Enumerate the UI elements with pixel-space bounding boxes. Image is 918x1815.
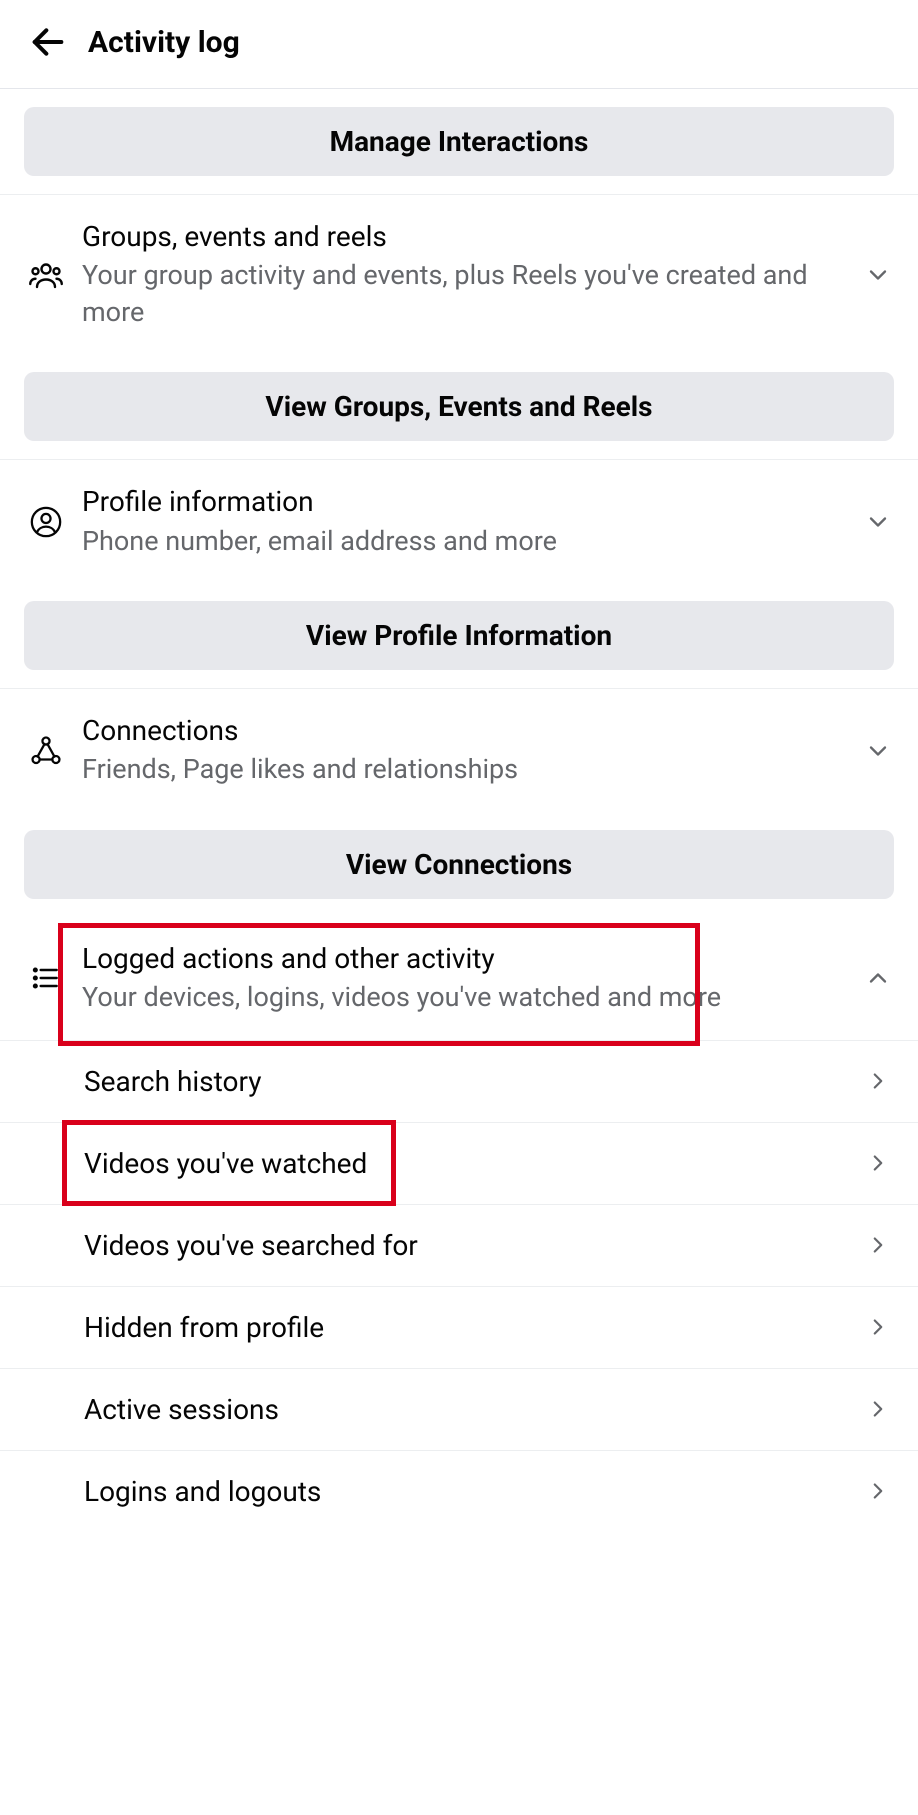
network-icon <box>24 734 68 768</box>
profile-icon <box>24 505 68 539</box>
subitem-hidden-from-profile[interactable]: Hidden from profile <box>0 1286 918 1368</box>
section-subtitle: Your devices, logins, videos you've watc… <box>82 979 862 1015</box>
arrow-left-icon <box>28 22 68 62</box>
chevron-right-icon <box>862 1314 894 1340</box>
section-subtitle: Phone number, email address and more <box>82 523 862 559</box>
section-logged-actions[interactable]: Logged actions and other activity Your d… <box>0 917 918 1040</box>
chevron-up-icon <box>862 964 894 992</box>
section-text: Groups, events and reels Your group acti… <box>82 219 862 330</box>
section-subtitle: Friends, Page likes and relationships <box>82 751 862 787</box>
subitem-label: Videos you've watched <box>84 1147 862 1180</box>
view-profile-information-button[interactable]: View Profile Information <box>24 601 894 670</box>
view-groups-events-reels-button[interactable]: View Groups, Events and Reels <box>24 372 894 441</box>
header: Activity log <box>0 0 918 89</box>
subitem-videos-searched[interactable]: Videos you've searched for <box>0 1204 918 1286</box>
section-text: Profile information Phone number, email … <box>82 484 862 559</box>
subitem-logins-logouts[interactable]: Logins and logouts <box>0 1450 918 1532</box>
chevron-down-icon <box>862 737 894 765</box>
subitem-label: Search history <box>84 1065 862 1098</box>
section-connections[interactable]: Connections Friends, Page likes and rela… <box>0 688 918 812</box>
chevron-right-icon <box>862 1232 894 1258</box>
list-icon <box>24 962 68 994</box>
people-icon <box>24 257 68 293</box>
section-text: Connections Friends, Page likes and rela… <box>82 713 862 788</box>
chevron-right-icon <box>862 1396 894 1422</box>
chevron-down-icon <box>862 508 894 536</box>
chevron-right-icon <box>862 1478 894 1504</box>
section-title: Connections <box>82 713 862 749</box>
subitem-active-sessions[interactable]: Active sessions <box>0 1368 918 1450</box>
section-title: Groups, events and reels <box>82 219 862 255</box>
section-subtitle: Your group activity and events, plus Ree… <box>82 257 862 330</box>
section-text: Logged actions and other activity Your d… <box>82 941 862 1016</box>
subitem-label: Hidden from profile <box>84 1311 862 1344</box>
section-groups-events-reels[interactable]: Groups, events and reels Your group acti… <box>0 194 918 354</box>
chevron-right-icon <box>862 1068 894 1094</box>
back-button[interactable] <box>24 18 72 66</box>
chevron-right-icon <box>862 1150 894 1176</box>
page-title: Activity log <box>88 25 240 60</box>
section-profile-information[interactable]: Profile information Phone number, email … <box>0 459 918 583</box>
subitem-label: Logins and logouts <box>84 1475 862 1508</box>
content: Manage Interactions Groups, events and r… <box>0 107 918 1532</box>
subitem-label: Active sessions <box>84 1393 862 1426</box>
section-title: Profile information <box>82 484 862 520</box>
view-connections-button[interactable]: View Connections <box>24 830 894 899</box>
chevron-down-icon <box>862 261 894 289</box>
manage-interactions-button[interactable]: Manage Interactions <box>24 107 894 176</box>
subitem-label: Videos you've searched for <box>84 1229 862 1262</box>
subitem-search-history[interactable]: Search history <box>0 1040 918 1122</box>
subitem-videos-watched[interactable]: Videos you've watched <box>0 1122 918 1204</box>
section-title: Logged actions and other activity <box>82 941 862 977</box>
